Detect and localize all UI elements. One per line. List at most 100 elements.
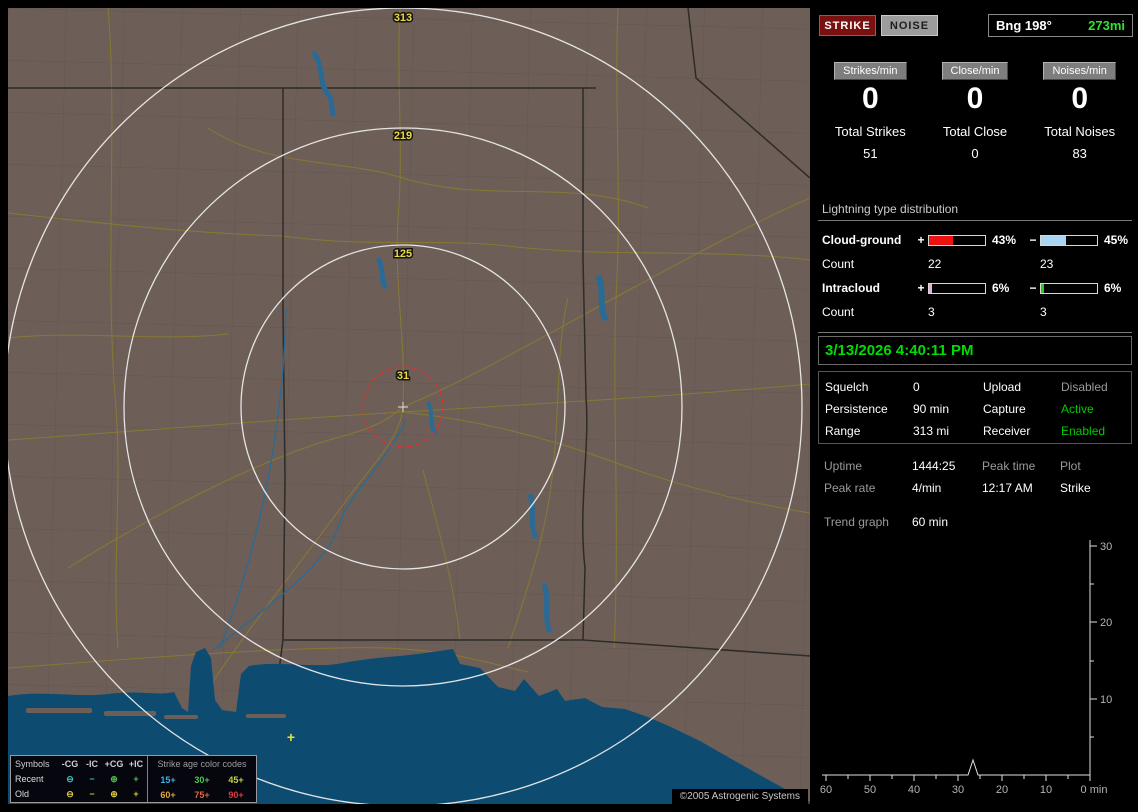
- copyright-notice: ©2005 Astrogenic Systems: [671, 789, 808, 804]
- trend-trace: [822, 758, 1090, 776]
- legend-col-neg-ic: -IC: [86, 759, 98, 769]
- ic-positive-count: 3: [928, 305, 935, 319]
- ring-label-31: 31: [397, 370, 409, 382]
- cg-negative-percent: 45%: [1104, 233, 1129, 247]
- ic-positive-bar-fill: [929, 283, 933, 293]
- ic-minus-sign: −: [1029, 281, 1037, 295]
- rate-counters: Strikes/min 0 Total Strikes 51 Close/min…: [818, 62, 1132, 161]
- total-close-label: Total Close: [942, 124, 1008, 139]
- close-per-min-button[interactable]: Close/min: [941, 62, 1009, 80]
- ring-label-219: 219: [394, 130, 412, 142]
- total-noises-value: 83: [1072, 146, 1087, 161]
- strike-indicator-button[interactable]: STRIKE: [819, 15, 876, 36]
- distribution-header: Lightning type distribution: [818, 202, 1132, 221]
- total-strikes-label: Total Strikes: [834, 124, 906, 139]
- strikes-per-min-value: 0: [861, 82, 879, 115]
- ring-label-313: 313: [394, 12, 412, 24]
- bearing-distance: 273mi: [1088, 18, 1125, 33]
- persistence-value: 90 min: [913, 402, 950, 416]
- ic-positive-percent: 6%: [992, 281, 1010, 295]
- radar-map[interactable]: + 313 219 125 31 Symbols -CG -IC +CG +IC…: [8, 8, 810, 804]
- ic-plus-sign: +: [917, 281, 925, 295]
- distribution-table: Cloud-ground + 43% − 45% Count 22 23 Int…: [818, 221, 1132, 319]
- nexstorm-window: { "window": { "credit": "©2005 Astrogeni…: [0, 0, 1138, 812]
- capture-label: Capture: [983, 402, 1026, 416]
- close-counter: Close/min 0 Total Close 0: [923, 62, 1028, 161]
- age-45: 45+: [228, 774, 244, 785]
- ic-count-label: Count: [822, 305, 855, 319]
- cg-negative-bar: [1040, 234, 1098, 246]
- noises-counter: Noises/min 0 Total Noises 83: [1027, 62, 1132, 161]
- old-pos-cg-icon: ⊕: [110, 789, 118, 799]
- y-tick-10: 10: [1100, 694, 1112, 706]
- status-panel: Squelch 0 Upload Disabled Persistence 90…: [818, 371, 1132, 444]
- persistence-label: Persistence: [825, 402, 888, 416]
- old-neg-ic-icon: −: [89, 789, 95, 799]
- cg-positive-percent: 43%: [992, 233, 1017, 247]
- receiver-label: Receiver: [983, 424, 1031, 438]
- total-close-value: 0: [971, 146, 979, 161]
- uptime-label: Uptime: [824, 459, 863, 473]
- x-tick-30: 30: [952, 784, 964, 796]
- cg-minus-sign: −: [1029, 233, 1037, 247]
- ic-negative-bar: [1040, 282, 1098, 294]
- noise-indicator-button[interactable]: NOISE: [881, 15, 938, 36]
- bearing-value: Bng 198°: [996, 18, 1052, 33]
- x-tick-40: 40: [908, 784, 920, 796]
- receiver-status: Enabled: [1061, 424, 1106, 438]
- lightning-distribution-section: Lightning type distribution Cloud-ground…: [818, 202, 1132, 333]
- intracloud-label: Intracloud: [822, 281, 881, 295]
- capture-status: Active: [1061, 402, 1094, 416]
- plot-value: Strike: [1060, 481, 1091, 495]
- close-per-min-value: 0: [966, 82, 984, 115]
- cloud-ground-label: Cloud-ground: [822, 233, 902, 247]
- legend-col-pos-ic: +IC: [128, 759, 144, 769]
- cg-plus-sign: +: [917, 233, 925, 247]
- cg-positive-bar: [928, 234, 986, 246]
- squelch-value: 0: [913, 380, 920, 394]
- old-pos-ic-icon: +: [133, 789, 139, 799]
- old-positive-cg-strike-icon: +: [287, 729, 295, 745]
- plot-label: Plot: [1060, 459, 1081, 473]
- cg-positive-bar-fill: [929, 235, 954, 245]
- datetime-display: 3/13/2026 4:40:11 PM: [818, 336, 1132, 365]
- ring-label-125: 125: [394, 248, 412, 260]
- legend-recent-label: Recent: [15, 773, 44, 784]
- ic-negative-bar-fill: [1041, 283, 1045, 293]
- peak-rate-value: 4/min: [912, 481, 942, 495]
- upload-label: Upload: [983, 380, 1022, 394]
- cg-positive-count: 22: [928, 257, 942, 271]
- trend-axes: [822, 540, 1097, 781]
- legend-old-label: Old: [15, 789, 30, 799]
- trend-graph-label: Trend graph: [824, 515, 889, 529]
- legend-symbols-header: Symbols: [15, 759, 50, 769]
- age-30: 30+: [194, 774, 210, 785]
- range-label: Range: [825, 424, 861, 438]
- strikes-per-min-button[interactable]: Strikes/min: [834, 62, 907, 80]
- age-90: 90+: [228, 790, 244, 800]
- legend-col-neg-cg: -CG: [61, 759, 79, 769]
- noises-per-min-button[interactable]: Noises/min: [1043, 62, 1116, 80]
- strike-age-header: Strike age color codes: [157, 759, 247, 769]
- x-tick-10: 10: [1040, 784, 1052, 796]
- squelch-label: Squelch: [825, 380, 869, 394]
- ic-positive-bar: [928, 282, 986, 294]
- recent-neg-cg-icon: ⊖: [66, 773, 74, 784]
- legend-col-pos-cg: +CG: [104, 759, 124, 769]
- age-75: 75+: [194, 790, 210, 800]
- range-value: 313 mi: [913, 424, 950, 438]
- total-noises-label: Total Noises: [1044, 124, 1116, 139]
- age-15: 15+: [160, 774, 176, 785]
- legend-age-section: Strike age color codes 15+ 30+ 45+ 60+ 7…: [147, 756, 256, 802]
- legend-symbols-section: Symbols -CG -IC +CG +IC Recent ⊖ − ⊕ + O…: [11, 756, 147, 802]
- y-tick-20: 20: [1100, 617, 1112, 629]
- uptime-value: 1444:25: [912, 459, 956, 473]
- cg-negative-count: 23: [1040, 257, 1054, 271]
- cg-count-label: Count: [822, 257, 855, 271]
- stats-panel: Uptime 1444:25 Peak time Plot Peak rate …: [818, 459, 1132, 495]
- symbol-legend: Symbols -CG -IC +CG +IC Recent ⊖ − ⊕ + O…: [10, 755, 257, 803]
- trend-graph-header: Trend graph 60 min: [818, 515, 1132, 529]
- peak-time-value: 12:17 AM: [982, 481, 1033, 495]
- recent-pos-cg-icon: ⊕: [110, 773, 118, 784]
- old-neg-cg-icon: ⊖: [66, 789, 74, 799]
